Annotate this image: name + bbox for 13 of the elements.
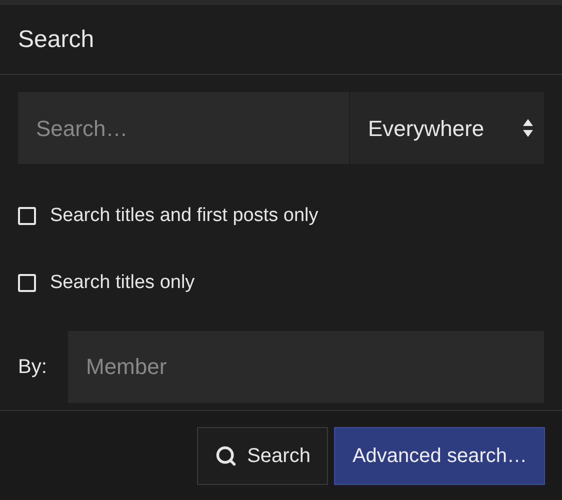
- panel-title: Search: [18, 24, 94, 54]
- member-field[interactable]: Member: [68, 331, 544, 403]
- checkbox-label: Search titles and first posts only: [50, 204, 318, 228]
- checkbox[interactable]: [18, 207, 36, 226]
- checkbox[interactable]: [18, 274, 36, 292]
- checkbox-label: Search titles only: [50, 270, 195, 294]
- by-label: By:: [18, 355, 48, 380]
- search-field[interactable]: Search…: [18, 92, 349, 164]
- search-icon: [215, 444, 238, 466]
- advanced-search-button[interactable]: Advanced search…: [334, 426, 545, 484]
- search-button[interactable]: Search: [197, 426, 328, 484]
- scope-select[interactable]: Everywhere: [349, 92, 544, 164]
- sort-arrows-icon: [522, 118, 534, 138]
